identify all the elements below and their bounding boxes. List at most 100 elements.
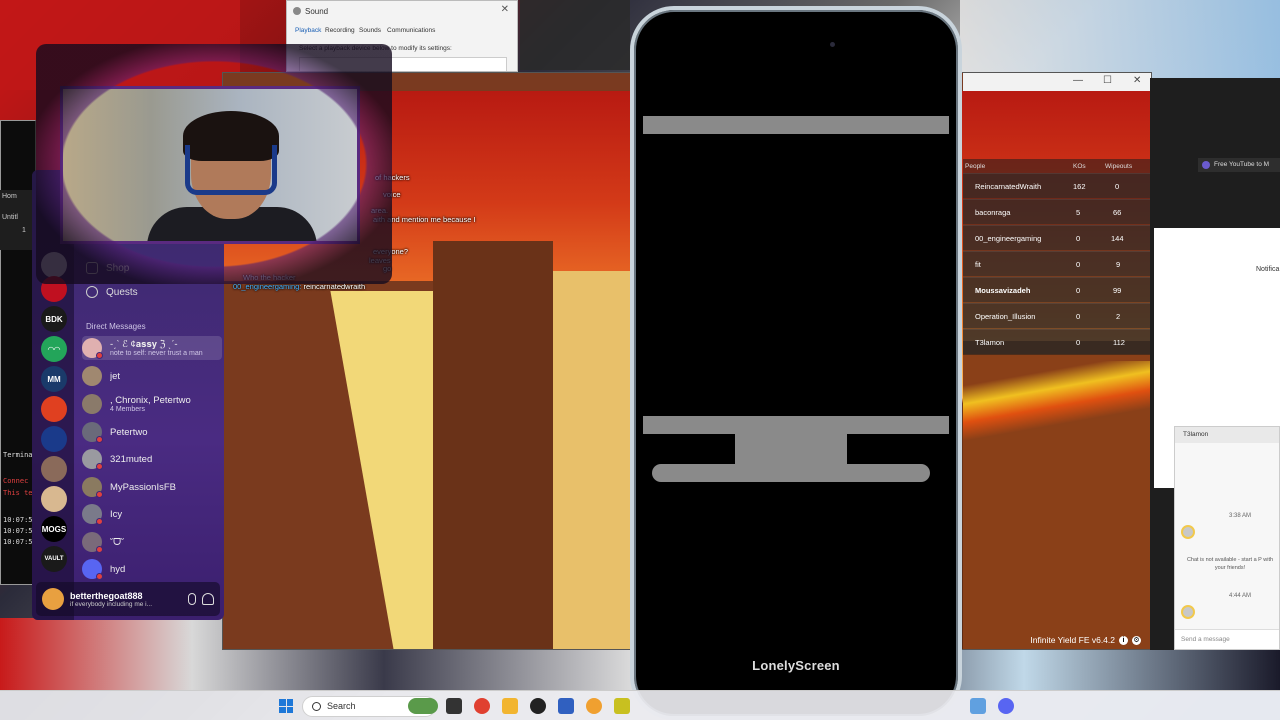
terminal-line: This te bbox=[3, 489, 33, 497]
user-panel[interactable]: betterthegoat888 if everybody including … bbox=[36, 582, 220, 616]
leaderboard-row[interactable]: Moussavizadeh 0 99 bbox=[963, 277, 1151, 302]
server-icon[interactable]: MOGS bbox=[41, 516, 67, 542]
nav-quests[interactable]: Quests bbox=[86, 286, 138, 298]
minimize-button[interactable]: — bbox=[1073, 75, 1083, 86]
dm-item[interactable]: Petertwo bbox=[82, 420, 222, 444]
leaderboard-header: People bbox=[965, 163, 986, 170]
terminal-line: 10:07:5 bbox=[3, 527, 33, 535]
dm-item[interactable]: ˘ᗜ˘ bbox=[82, 530, 222, 554]
leaderboard-row[interactable]: T3lamon 0 112 bbox=[963, 329, 1151, 354]
avatar bbox=[1181, 525, 1195, 539]
leaderboard-row[interactable]: ReincarnatedWraith 162 0 bbox=[963, 173, 1151, 198]
chat-message: Who the hacker bbox=[243, 273, 296, 282]
infinite-yield-label: Infinite Yield FE v6.4.2 bbox=[1030, 635, 1115, 645]
leaderboard-row[interactable]: fit 0 9 bbox=[963, 251, 1151, 276]
widgets-icon[interactable] bbox=[408, 698, 438, 714]
quests-icon bbox=[86, 286, 98, 298]
avatar bbox=[82, 422, 103, 443]
avatar bbox=[1181, 605, 1195, 619]
tab-communications[interactable]: Communications bbox=[387, 27, 435, 34]
chat-notice: Chat is not available - start a P with y… bbox=[1186, 557, 1274, 571]
untitled-item[interactable]: Untitl bbox=[2, 214, 18, 221]
chat-message: go bbox=[383, 264, 392, 273]
browser-tab[interactable]: Free YouTube to M bbox=[1198, 158, 1280, 172]
sound-dialog[interactable]: Sound ✕ Playback Recording Sounds Commun… bbox=[286, 0, 518, 72]
server-icon[interactable] bbox=[41, 396, 67, 422]
headset bbox=[185, 145, 277, 195]
wallpaper-shard bbox=[960, 0, 1280, 78]
tab-recording[interactable]: Recording bbox=[325, 27, 355, 34]
leaderboard-header: Wipeouts bbox=[1105, 163, 1133, 170]
placeholder-bar bbox=[643, 116, 949, 134]
server-icon[interactable]: MM bbox=[41, 366, 67, 392]
dm-item[interactable]: jet bbox=[82, 364, 222, 388]
server-icon[interactable] bbox=[41, 486, 67, 512]
app-icon[interactable] bbox=[970, 698, 986, 714]
maximize-button[interactable]: ☐ bbox=[1103, 75, 1112, 86]
avatar bbox=[82, 394, 102, 414]
left-browser-window[interactable]: Hom Untitl 1 bbox=[0, 190, 36, 250]
task-view-icon[interactable] bbox=[446, 698, 462, 714]
server-icon[interactable] bbox=[41, 426, 67, 452]
microphone-icon[interactable] bbox=[188, 593, 196, 605]
item-count: 1 bbox=[22, 227, 26, 234]
server-icon[interactable]: ◠◠ bbox=[41, 336, 67, 362]
leaderboard-row[interactable]: 00_engineergaming 0 144 bbox=[963, 225, 1151, 250]
close-button[interactable]: ✕ bbox=[1133, 75, 1141, 86]
app-icon[interactable] bbox=[614, 698, 630, 714]
message-input[interactable]: Send a message bbox=[1175, 629, 1279, 649]
app-icon[interactable] bbox=[586, 698, 602, 714]
camera-icon bbox=[830, 42, 835, 47]
dm-item[interactable]: -ˏˋ ℰ ¢𝐚𝐬𝐬𝐲 ℨ ˎˊ-note to self: never tru… bbox=[82, 336, 222, 360]
server-icon[interactable]: BDK bbox=[41, 306, 67, 332]
info-icon[interactable]: i bbox=[1119, 635, 1128, 645]
server-icon[interactable]: VAULT bbox=[41, 546, 67, 572]
app-icon[interactable] bbox=[558, 698, 574, 714]
dm-item[interactable]: hyd bbox=[82, 557, 222, 581]
headphones-icon[interactable] bbox=[202, 593, 214, 605]
roblox-chat-window[interactable]: T3lamon 3:38 AM Chat is not available - … bbox=[1174, 426, 1280, 650]
speaker-icon bbox=[293, 7, 301, 15]
server-icon[interactable] bbox=[41, 276, 67, 302]
terminal-line: 10:07:5 bbox=[3, 516, 33, 524]
tab-playback[interactable]: Playback bbox=[295, 27, 321, 34]
discord-icon[interactable] bbox=[998, 698, 1014, 714]
dm-item[interactable]: 321muted bbox=[82, 447, 222, 471]
leaderboard-row[interactable]: Operation_Illusion 0 2 bbox=[963, 303, 1151, 328]
placeholder-block bbox=[735, 434, 847, 464]
status-dot bbox=[96, 573, 103, 580]
device-list[interactable] bbox=[299, 57, 507, 71]
file-explorer-icon[interactable] bbox=[502, 698, 518, 714]
avatar bbox=[82, 559, 103, 580]
leaderboard-row[interactable]: baconraga 5 66 bbox=[963, 199, 1151, 224]
leaderboard: People KOs Wipeouts ReincarnatedWraith 16… bbox=[963, 159, 1151, 355]
dm-item[interactable]: MyPassionIsFB bbox=[82, 475, 222, 499]
chrome-icon[interactable] bbox=[474, 698, 490, 714]
leaderboard-header: KOs bbox=[1073, 163, 1086, 170]
placeholder-bar bbox=[643, 416, 949, 434]
close-button[interactable]: ✕ bbox=[501, 4, 509, 15]
gear-icon[interactable]: ⚙ bbox=[1132, 635, 1141, 645]
game-titlebar[interactable]: — ☐ ✕ bbox=[963, 73, 1151, 91]
app-brand: LonelyScreen bbox=[752, 658, 840, 673]
webcam-overlay bbox=[60, 86, 360, 244]
windows-start-icon[interactable] bbox=[279, 699, 293, 713]
placeholder-pill bbox=[652, 464, 930, 482]
chat-message: leaves bbox=[369, 256, 391, 265]
server-icon[interactable] bbox=[41, 456, 67, 482]
avatar bbox=[82, 366, 102, 386]
nav-shop[interactable]: Shop bbox=[86, 262, 129, 274]
status-dot bbox=[96, 546, 103, 553]
timestamp: 3:38 AM bbox=[1229, 513, 1252, 519]
wood-pillar bbox=[433, 241, 553, 649]
dialog-description: Select a playback device below to modify… bbox=[299, 45, 452, 52]
infinite-yield-bar[interactable]: Infinite Yield FE v6.4.2 i ⚙ bbox=[1030, 635, 1141, 645]
tab-sounds[interactable]: Sounds bbox=[359, 27, 381, 34]
home-link[interactable]: Hom bbox=[2, 193, 17, 200]
notifications-label[interactable]: Notifica bbox=[1256, 266, 1279, 273]
timestamp: 4:44 AM bbox=[1229, 593, 1252, 599]
dm-item[interactable]: Icy bbox=[82, 502, 222, 526]
roblox-studio-icon[interactable] bbox=[530, 698, 546, 714]
dm-item[interactable]: , Chronix, Petertwo 4 Members bbox=[82, 392, 222, 416]
server-icon[interactable] bbox=[41, 252, 67, 278]
